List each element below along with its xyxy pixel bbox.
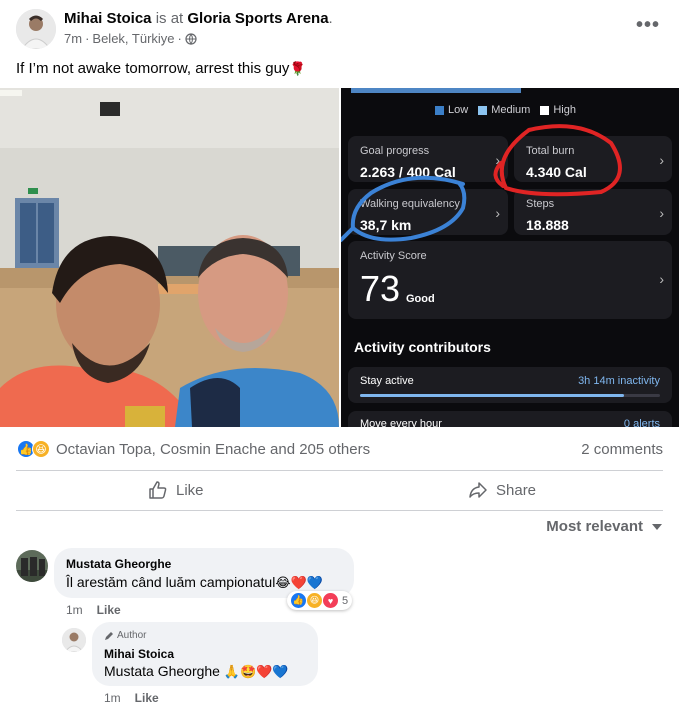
author-avatar-image <box>16 9 56 49</box>
commenter-avatar[interactable] <box>16 550 48 582</box>
comment-time[interactable]: 1m <box>66 603 83 617</box>
divider-top <box>16 470 663 471</box>
legend-low: Low <box>435 104 468 116</box>
move-hour-value: 0 alerts <box>623 418 660 427</box>
reply-avatar-image <box>62 628 86 652</box>
comment-text: Îl arestăm când luăm campionatul😂❤️💙 <box>66 574 323 591</box>
pencil-icon <box>105 631 113 640</box>
chevron-right-icon: › <box>659 271 664 287</box>
stay-active-label: Stay active <box>360 375 414 387</box>
post-text-content: If I’m not awake tomorrow, arrest this g… <box>16 60 290 77</box>
haha-reaction-icon: 😆 <box>32 440 50 458</box>
thumbs-up-icon <box>149 481 167 499</box>
comment-reaction-count: 5 <box>342 594 349 607</box>
reply-avatar[interactable] <box>62 628 86 652</box>
reply-author-name[interactable]: Mihai Stoica <box>104 647 174 661</box>
goal-progress-card: Goal progress 2.263 / 400 Cal › <box>348 136 508 182</box>
period: . <box>328 10 333 27</box>
commenter-avatar-image <box>16 550 48 582</box>
reply-emojis: 🙏🤩❤️💙 <box>223 664 289 679</box>
stay-active-fill <box>360 394 624 397</box>
post-meta: 7m · Belek, Türkiye · <box>64 31 197 46</box>
post-photo-selfie[interactable] <box>0 88 339 427</box>
comment-author-name[interactable]: Mustata Gheorghe <box>66 557 171 571</box>
move-hour-label: Move every hour <box>360 418 442 427</box>
love-reaction-icon: ♥ <box>323 593 338 608</box>
author-badge-label: Author <box>117 630 147 641</box>
sort-label: Most relevant <box>546 518 643 535</box>
author-avatar[interactable] <box>16 9 56 49</box>
post-author-line: Mihai Stoica is at Gloria Sports Arena. <box>64 10 333 28</box>
activity-score-value: 73 <box>360 268 401 309</box>
activity-contributors-title: Activity contributors <box>354 339 491 355</box>
stay-active-value: 3h 14m inactivity <box>578 375 660 387</box>
stay-active-track <box>360 394 660 397</box>
activity-score-card: Activity Score 73 Good › <box>348 241 672 319</box>
rose-emoji: 🌹 <box>289 61 306 76</box>
card-value: 2.263 / 400 Cal <box>360 164 456 180</box>
legend: Low Medium High <box>435 104 576 116</box>
walking-equivalency-card: Walking equivalency 38,7 km › <box>348 189 508 235</box>
share-label: Share <box>496 481 537 499</box>
haha-reaction-icon: 😆 <box>307 593 322 608</box>
card-value: 18.888 <box>526 217 569 233</box>
total-burn-card: Total burn 4.340 Cal › <box>514 136 672 182</box>
post-time[interactable]: 7m <box>64 31 82 46</box>
comments-count[interactable]: 2 comments <box>581 441 663 458</box>
move-every-hour-card: Move every hour 0 alerts <box>348 411 672 427</box>
post-photo-activity-screenshot[interactable]: Low Medium High Goal progress 2.263 / 40… <box>341 88 679 427</box>
meta-separator: · <box>85 31 90 46</box>
globe-icon <box>185 32 197 45</box>
reply-text: Mustata Gheorghe 🙏🤩❤️💙 <box>104 663 289 680</box>
chevron-right-icon: › <box>495 152 500 168</box>
legend-high: High <box>540 104 576 116</box>
card-label: Goal progress <box>360 145 430 157</box>
place-link[interactable]: Gloria Sports Arena <box>187 10 328 27</box>
card-label: Steps <box>526 198 555 210</box>
stay-active-card: Stay active 3h 14m inactivity <box>348 367 672 403</box>
card-value: 38,7 km <box>360 217 412 233</box>
chart-bars-cropped <box>351 88 521 93</box>
author-name[interactable]: Mihai Stoica <box>64 10 152 27</box>
reply-time[interactable]: 1m <box>104 691 121 705</box>
comment-meta: 1m Like <box>66 603 121 617</box>
card-label: Total burn <box>526 145 575 157</box>
share-arrow-icon <box>469 482 487 498</box>
more-options-button[interactable]: ••• <box>636 14 660 37</box>
caret-down-icon <box>652 523 662 530</box>
like-reaction-icon: 👍 <box>291 593 306 608</box>
share-button[interactable]: Share <box>468 480 536 500</box>
card-label: Walking equivalency <box>360 198 460 210</box>
sort-comments-dropdown[interactable]: Most relevant <box>546 518 663 535</box>
selfie-illustration <box>0 88 339 427</box>
legend-medium: Medium <box>478 104 530 116</box>
comment-emojis: 😂❤️💙 <box>275 575 323 590</box>
reaction-icons: 👍 😆 <box>17 440 50 458</box>
card-value: 4.340 Cal <box>526 164 587 180</box>
author-badge: Author <box>104 630 146 641</box>
comment-reactions[interactable]: 👍 😆 ♥ 5 <box>287 591 353 610</box>
post-text: If I’m not awake tomorrow, arrest this g… <box>16 60 306 77</box>
reply-bubble: Author Mihai Stoica Mustata Gheorghe 🙏🤩❤… <box>92 622 318 686</box>
chevron-right-icon: › <box>495 205 500 221</box>
meta-separator: · <box>177 31 182 46</box>
reply-mention[interactable]: Mustata Gheorghe <box>104 663 220 679</box>
comment-like-button[interactable]: Like <box>97 603 121 617</box>
chevron-right-icon: › <box>659 205 664 221</box>
comment-text-content: Îl arestăm când luăm campionatul <box>66 574 276 590</box>
reply-like-button[interactable]: Like <box>135 691 159 705</box>
reactors-text[interactable]: Octavian Topa, Cosmin Enache and 205 oth… <box>56 441 370 458</box>
like-button[interactable]: Like <box>148 480 204 500</box>
activity-score-rating: Good <box>406 293 435 305</box>
is-at-text: is at <box>155 10 184 27</box>
chevron-right-icon: › <box>659 152 664 168</box>
reply-meta: 1m Like <box>104 691 159 705</box>
activity-score-label: Activity Score <box>360 250 427 262</box>
divider-bottom <box>16 510 663 511</box>
like-label: Like <box>176 481 204 499</box>
steps-card: Steps 18.888 › <box>514 189 672 235</box>
reactions-summary[interactable]: 👍 😆 Octavian Topa, Cosmin Enache and 205… <box>17 440 370 458</box>
post-location: Belek, Türkiye <box>92 31 175 46</box>
